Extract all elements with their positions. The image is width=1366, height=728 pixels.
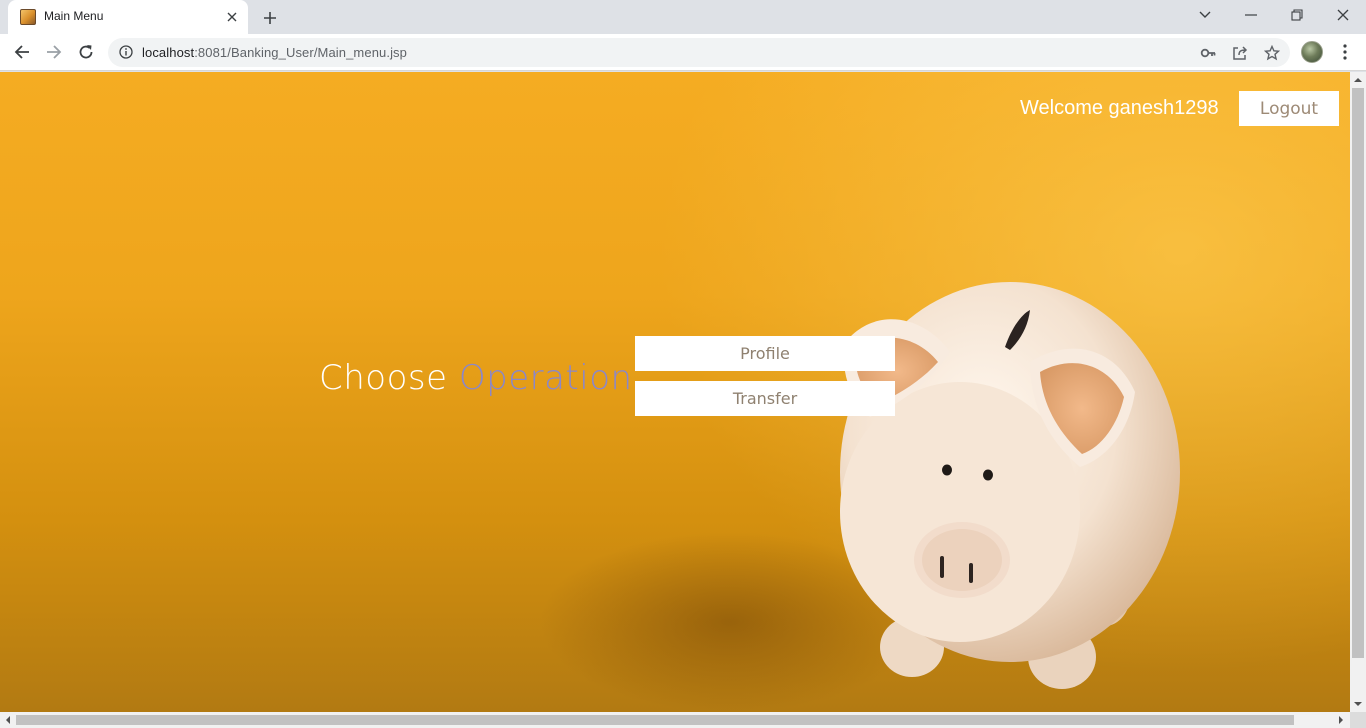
page-viewport: Welcome ganesh1298 Logout Choose Operati… bbox=[0, 72, 1350, 712]
scrollbar-corner bbox=[1350, 712, 1366, 728]
profile-avatar[interactable] bbox=[1301, 41, 1323, 63]
horizontal-scroll-thumb[interactable] bbox=[16, 715, 1294, 725]
page-heading: Choose Operation bbox=[319, 358, 633, 398]
welcome-text: Welcome ganesh1298 bbox=[1020, 97, 1219, 119]
reload-icon[interactable] bbox=[72, 38, 100, 66]
heading-operation: Operation bbox=[458, 358, 633, 398]
heading-choose: Choose bbox=[319, 358, 448, 398]
tab-search-chevron-down-icon[interactable] bbox=[1182, 0, 1228, 30]
url-text[interactable]: localhost:8081/Banking_User/Main_menu.js… bbox=[142, 45, 407, 60]
scroll-left-arrow-icon[interactable] bbox=[3, 715, 13, 725]
profile-button[interactable]: Profile bbox=[635, 336, 895, 371]
scroll-right-arrow-icon[interactable] bbox=[1336, 715, 1346, 725]
transfer-button[interactable]: Transfer bbox=[635, 381, 895, 416]
share-icon[interactable] bbox=[1230, 43, 1250, 63]
address-bar[interactable]: localhost:8081/Banking_User/Main_menu.js… bbox=[108, 38, 1290, 67]
tab-strip: Main Menu bbox=[0, 0, 1366, 34]
key-icon[interactable] bbox=[1198, 43, 1218, 63]
minimize-icon[interactable] bbox=[1228, 0, 1274, 30]
close-icon[interactable] bbox=[222, 7, 242, 27]
piggy-bank-favicon-icon bbox=[20, 9, 36, 25]
vertical-scrollbar[interactable] bbox=[1350, 72, 1366, 712]
tab-title: Main Menu bbox=[44, 9, 104, 23]
scroll-up-arrow-icon[interactable] bbox=[1353, 75, 1363, 85]
scroll-down-arrow-icon[interactable] bbox=[1353, 699, 1363, 709]
window-close-icon[interactable] bbox=[1320, 0, 1366, 30]
horizontal-scrollbar[interactable] bbox=[0, 712, 1350, 728]
restore-icon[interactable] bbox=[1274, 0, 1320, 30]
logout-button[interactable]: Logout bbox=[1239, 91, 1339, 126]
back-arrow-icon[interactable] bbox=[8, 38, 36, 66]
browser-toolbar: localhost:8081/Banking_User/Main_menu.js… bbox=[0, 34, 1366, 71]
vertical-scroll-thumb[interactable] bbox=[1352, 88, 1364, 658]
forward-arrow-icon[interactable] bbox=[40, 38, 68, 66]
info-icon[interactable] bbox=[119, 45, 133, 59]
star-icon[interactable] bbox=[1262, 43, 1282, 63]
browser-tab[interactable]: Main Menu bbox=[8, 0, 248, 34]
three-dots-menu-icon[interactable] bbox=[1334, 41, 1356, 63]
new-tab-plus-icon[interactable] bbox=[258, 6, 282, 30]
